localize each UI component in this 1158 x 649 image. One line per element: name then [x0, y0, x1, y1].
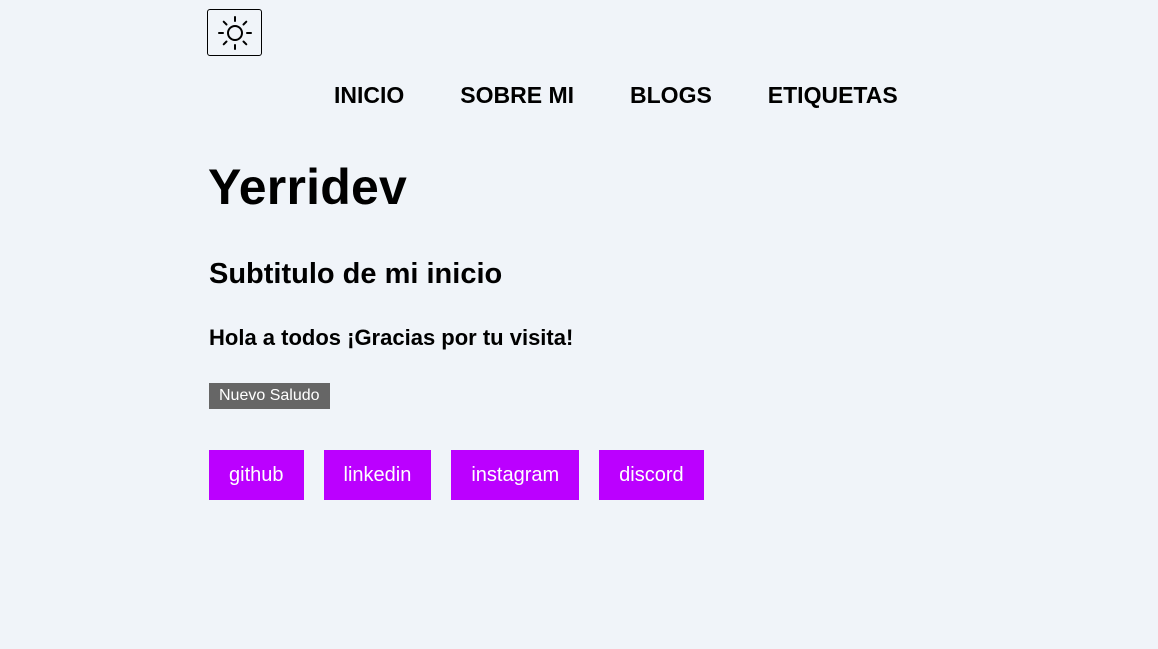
linkedin-link[interactable]: linkedin — [323, 450, 432, 500]
main-nav: INICIO SOBRE MI BLOGS ETIQUETAS — [334, 80, 898, 110]
nav-link-blogs[interactable]: BLOGS — [630, 80, 712, 110]
discord-link[interactable]: discord — [599, 450, 704, 500]
nav-link-sobre-mi[interactable]: SOBRE MI — [460, 80, 574, 110]
theme-toggle-button[interactable] — [207, 9, 262, 56]
social-links: github linkedin instagram discord — [209, 450, 704, 500]
nav-item: BLOGS — [630, 80, 712, 110]
site-title: Yerridev — [208, 159, 407, 215]
greeting-text: Hola a todos ¡Gracias por tu visita! — [209, 325, 574, 350]
nav-item: INICIO — [334, 80, 404, 110]
instagram-link[interactable]: instagram — [451, 450, 580, 500]
page: INICIO SOBRE MI BLOGS ETIQUETAS Yerridev… — [0, 0, 1158, 649]
new-greeting-button[interactable]: Nuevo Saludo — [209, 383, 330, 409]
nav-link-etiquetas[interactable]: ETIQUETAS — [768, 80, 898, 110]
github-link[interactable]: github — [209, 450, 304, 500]
page-subtitle: Subtitulo de mi inicio — [209, 258, 503, 290]
nav-item: SOBRE MI — [460, 80, 574, 110]
sun-icon — [217, 15, 253, 51]
nav-link-inicio[interactable]: INICIO — [334, 80, 404, 110]
nav-item: ETIQUETAS — [768, 80, 898, 110]
